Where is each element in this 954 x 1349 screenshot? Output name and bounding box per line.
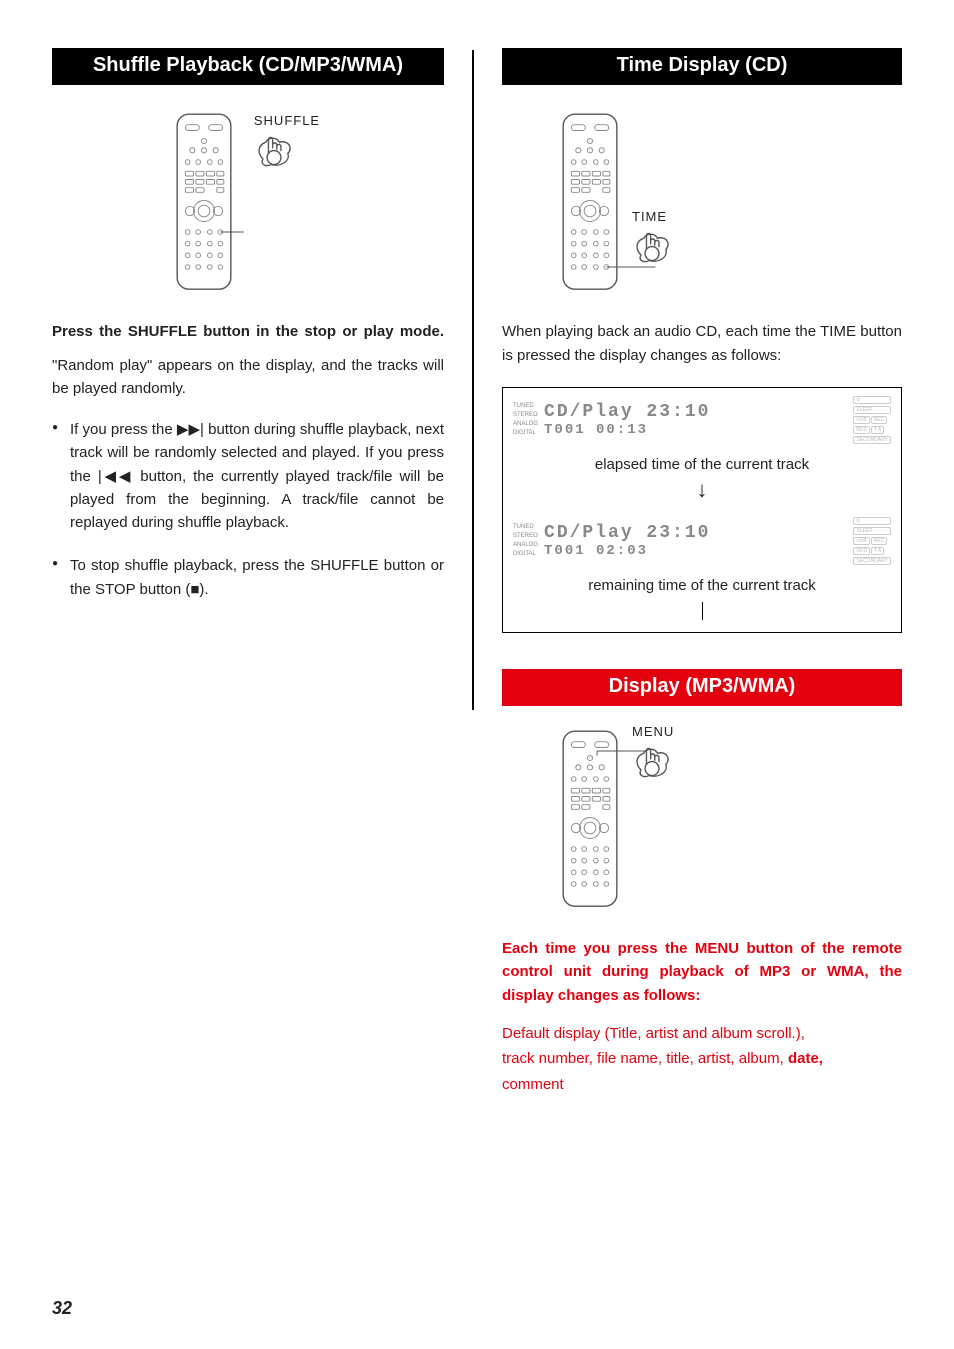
arrow-down-icon: ↓ — [503, 477, 901, 503]
shuffle-press-body: "Random play" appears on the display, an… — [52, 354, 444, 401]
section-title-time: Time Display (CD) — [502, 48, 902, 85]
caption-elapsed: elapsed time of the current track — [503, 456, 901, 473]
remote-diagram-time: TIME — [562, 113, 902, 290]
prev-track-icon: |◀◀ — [98, 468, 133, 485]
time-intro: When playing back an audio CD, each time… — [502, 320, 902, 367]
remote-diagram-shuffle: SHUFFLE — [52, 113, 444, 290]
text: ). — [199, 581, 208, 598]
lcd-right-tags: ⏲SLEEP USBREC RDST A SECONDARY — [853, 396, 891, 444]
caption-remaining: remaining time of the current track — [503, 577, 901, 602]
lcd-line-4: T001 02:03 — [544, 543, 847, 559]
text: track number, file name, title, artist, … — [502, 1050, 788, 1067]
remote-icon — [562, 730, 618, 907]
press-hand-icon — [632, 230, 672, 266]
page-number: 32 — [52, 1298, 72, 1319]
lcd-left-tags: TUNEDSTEREOANALOGDIGITAL — [513, 524, 538, 557]
lcd-left-tags: TUNEDSTEREOANALOGDIGITAL — [513, 403, 538, 436]
remote-icon — [562, 113, 618, 290]
shuffle-bullet-1: If you press the ▶▶| button during shuff… — [52, 418, 444, 534]
button-label-time: TIME — [632, 209, 667, 224]
shuffle-bullet-2: To stop shuffle playback, press the SHUF… — [52, 554, 444, 601]
text: Default display (Title, artist and album… — [502, 1025, 805, 1042]
remote-icon — [176, 113, 232, 290]
column-divider — [472, 50, 474, 710]
press-hand-icon — [632, 745, 672, 781]
lcd-right-tags: ⏲SLEEP USBREC RDST A SECONDARY — [853, 517, 891, 565]
text-date: date, — [788, 1050, 823, 1067]
text: To stop shuffle playback, press the SHUF… — [70, 557, 444, 597]
button-label-menu: MENU — [632, 724, 674, 739]
mp3-display-sequence: Default display (Title, artist and album… — [502, 1021, 902, 1098]
press-hand-icon — [254, 134, 294, 170]
text: If you press the — [70, 421, 177, 438]
section-title-shuffle: Shuffle Playback (CD/MP3/WMA) — [52, 48, 444, 85]
lcd-line-2: T001 00:13 — [544, 422, 847, 438]
remote-diagram-menu: MENU — [562, 730, 902, 907]
button-label-shuffle: SHUFFLE — [254, 113, 320, 128]
text: comment — [502, 1076, 564, 1093]
lcd-line-3: CD/Play 23:10 — [544, 523, 847, 543]
next-track-icon: ▶▶| — [177, 421, 204, 438]
mp3-heading: Each time you press the MENU button of t… — [502, 937, 902, 1007]
section-title-mp3: Display (MP3/WMA) — [502, 669, 902, 706]
display-box-elapsed: TUNEDSTEREOANALOGDIGITAL CD/Play 23:10 T… — [502, 387, 902, 633]
shuffle-press-heading: Press the SHUFFLE button in the stop or … — [52, 320, 444, 343]
lcd-line-1: CD/Play 23:10 — [544, 402, 847, 422]
